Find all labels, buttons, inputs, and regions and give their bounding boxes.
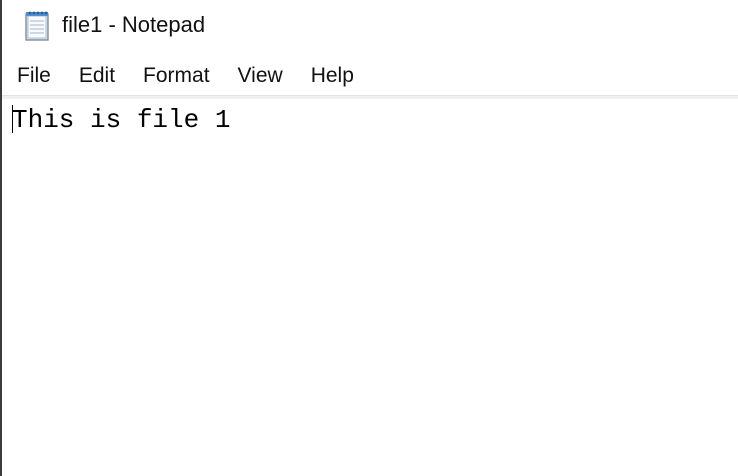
menu-edit[interactable]: Edit bbox=[65, 58, 129, 94]
title-bar[interactable]: file1 - Notepad bbox=[2, 0, 738, 52]
menu-format[interactable]: Format bbox=[129, 58, 224, 94]
menu-view[interactable]: View bbox=[224, 58, 297, 94]
menu-help[interactable]: Help bbox=[297, 58, 368, 94]
notepad-icon bbox=[20, 9, 54, 43]
menu-bar: File Edit Format View Help bbox=[2, 58, 738, 94]
text-editor[interactable]: This is file 1 bbox=[2, 99, 738, 476]
notepad-window: file1 - Notepad File Edit Format View He… bbox=[0, 0, 738, 476]
menu-file[interactable]: File bbox=[2, 58, 65, 94]
editor-content[interactable]: This is file 1 bbox=[12, 105, 230, 135]
window-title: file1 - Notepad bbox=[62, 12, 206, 37]
